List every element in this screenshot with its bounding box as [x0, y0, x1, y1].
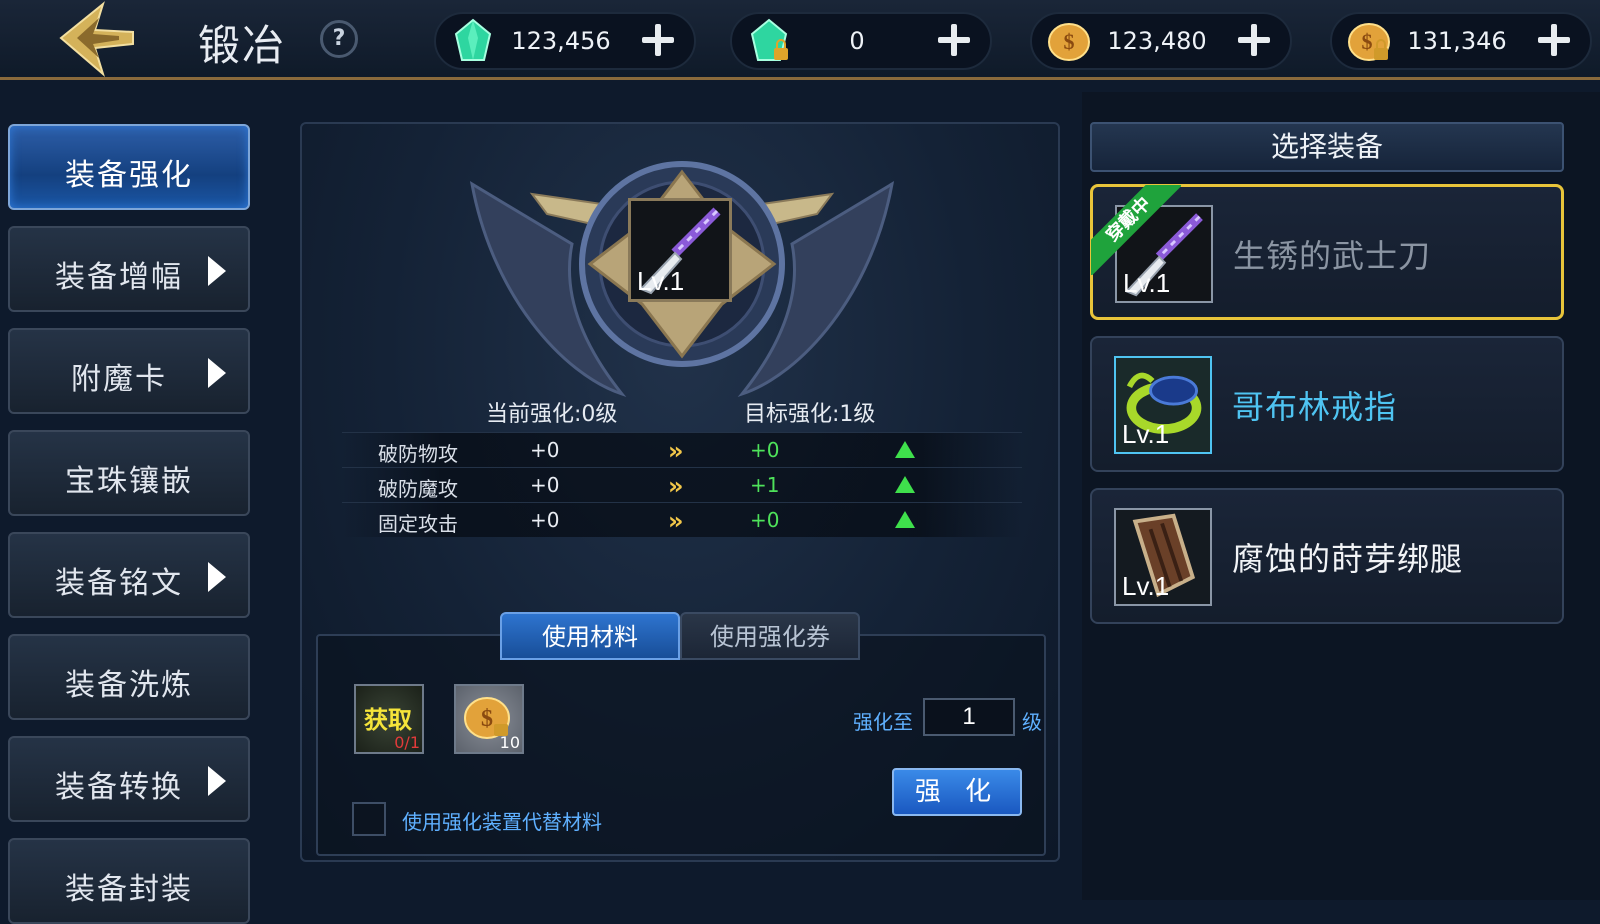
sidebar-item-enhance[interactable]: 装备强化 [8, 124, 250, 210]
currency-value: 131,346 [1407, 27, 1507, 55]
locked-gold-material-slot[interactable]: $ 10 [454, 684, 524, 754]
up-triangle-icon [895, 511, 915, 528]
sidebar-item-seal[interactable]: 装备封装 [8, 838, 250, 924]
select-equipment-header: 选择装备 [1090, 122, 1564, 172]
sidebar-item-refine[interactable]: 装备洗炼 [8, 634, 250, 720]
stat-next: +0 [750, 438, 780, 462]
enhance-unit-label: 级 [1022, 710, 1042, 734]
double-arrow-icon: » [668, 472, 683, 500]
currency-value: 123,456 [511, 27, 611, 55]
enhance-to-label: 强化至 [853, 710, 913, 734]
stat-name: 固定攻击 [378, 512, 458, 536]
materials-box: 获取 0/1 $ 10 强化至 级 强 化 使用强化装置代替材料 [316, 634, 1046, 856]
sidebar-item-label: 宝珠镶嵌 [65, 464, 193, 499]
currency-gold: $ 123,480 [1030, 12, 1292, 70]
add-locked-crystal-button[interactable] [932, 18, 976, 62]
equipment-name: 腐蚀的莳芽绑腿 [1232, 540, 1464, 578]
use-device-label: 使用强化装置代替材料 [402, 810, 602, 834]
expand-arrow-icon [208, 358, 226, 388]
green-crystal-icon [454, 18, 492, 61]
sidebar-item-label: 装备封装 [65, 872, 193, 907]
locked-gold-coin-icon: $ [1348, 23, 1390, 61]
item-level-label: Lv.1 [1122, 571, 1170, 601]
back-arrow-icon [59, 1, 134, 78]
stat-current: +0 [530, 438, 560, 462]
double-arrow-icon: » [668, 437, 683, 465]
sidebar-item-label: 装备增幅 [55, 260, 183, 295]
stat-current: +0 [530, 508, 560, 532]
sidebar-item-label: 装备强化 [65, 158, 193, 193]
svg-text:$: $ [1064, 29, 1075, 54]
sidebar-item-enchant-card[interactable]: 附魔卡 [8, 328, 250, 414]
enhance-level-input[interactable] [923, 698, 1015, 736]
equipped-badge-label: 穿戴中 [1091, 185, 1181, 275]
add-crystal-button[interactable] [636, 18, 680, 62]
sidebar-item-label: 装备转换 [55, 770, 183, 805]
tab-use-materials[interactable]: 使用材料 [500, 612, 680, 660]
material-count: 0/1 [394, 733, 420, 752]
sidebar-item-inscription[interactable]: 装备铭文 [8, 532, 250, 618]
equipped-badge: 穿戴中 [1091, 185, 1181, 275]
material-count: 10 [499, 733, 520, 752]
item-level-label: Lv.1 [1122, 419, 1170, 449]
gold-coin-icon: $ [1048, 23, 1090, 61]
equipment-list-panel: 选择装备 Lv.1 穿戴中 生锈的武士刀 Lv.1 哥布林戒指 Lv.1 腐蚀的… [1082, 92, 1600, 900]
sidebar-item-gem-inlay[interactable]: 宝珠镶嵌 [8, 430, 250, 516]
equipment-name: 生锈的武士刀 [1233, 237, 1432, 275]
sidebar-item-label: 装备洗炼 [65, 668, 193, 703]
sidebar-item-amplify[interactable]: 装备增幅 [8, 226, 250, 312]
stat-row: 破防魔攻 +0 » +1 [342, 467, 1022, 502]
sidebar-item-label: 装备铭文 [55, 566, 183, 601]
sidebar-item-label: 附魔卡 [71, 362, 167, 397]
locked-green-crystal-icon [750, 18, 788, 61]
expand-arrow-icon [208, 256, 226, 286]
currency-locked-crystal: 0 [730, 12, 992, 70]
up-triangle-icon [895, 476, 915, 493]
sidebar-item-convert[interactable]: 装备转换 [8, 736, 250, 822]
svg-text:$: $ [481, 706, 493, 732]
stat-name: 破防物攻 [378, 442, 458, 466]
stat-next: +0 [750, 508, 780, 532]
stat-name: 破防魔攻 [378, 477, 458, 501]
equipment-card[interactable]: Lv.1 哥布林戒指 [1090, 336, 1564, 472]
enhance-panel: Lv.1 当前强化:0级 目标强化:1级 破防物攻 +0 » +0 破防魔攻 +… [300, 122, 1060, 862]
enhance-button[interactable]: 强 化 [892, 768, 1022, 816]
use-device-checkbox[interactable] [352, 802, 386, 836]
currency-value: 123,480 [1107, 27, 1207, 55]
equipment-name: 哥布林戒指 [1232, 388, 1398, 426]
stat-next: +1 [750, 473, 780, 497]
add-locked-gold-button[interactable] [1532, 18, 1576, 62]
tab-use-ticket[interactable]: 使用强化券 [680, 612, 860, 660]
up-triangle-icon [895, 441, 915, 458]
expand-arrow-icon [208, 766, 226, 796]
svg-text:$: $ [1362, 29, 1373, 54]
item-level-label: Lv.1 [637, 266, 685, 296]
add-gold-button[interactable] [1232, 18, 1276, 62]
stat-row: 破防物攻 +0 » +0 [342, 432, 1022, 467]
stat-current: +0 [530, 473, 560, 497]
equipment-card[interactable]: Lv.1 腐蚀的莳芽绑腿 [1090, 488, 1564, 624]
currency-locked-gold: $ 131,346 [1330, 12, 1592, 70]
stat-row: 固定攻击 +0 » +0 [342, 502, 1022, 537]
get-material-label: 获取 [364, 706, 412, 734]
leggings-icon: Lv.1 [1114, 508, 1212, 606]
currency-crystal: 123,456 [434, 12, 696, 70]
current-level-label: 当前强化:0级 [486, 402, 618, 427]
get-material-slot[interactable]: 获取 0/1 [354, 684, 424, 754]
goblin-ring-icon: Lv.1 [1114, 356, 1212, 454]
double-arrow-icon: » [668, 507, 683, 535]
page-title: 锻冶 [198, 21, 287, 70]
enhance-item-slot[interactable]: Lv.1 [628, 198, 732, 302]
target-level-label: 目标强化:1级 [744, 402, 876, 427]
back-button[interactable] [55, 0, 140, 80]
top-bar: 锻冶 ? 123,456 0 $ 123,480 $ 131,346 [0, 0, 1600, 80]
currency-value: 0 [849, 27, 865, 55]
help-button[interactable]: ? [320, 20, 358, 58]
expand-arrow-icon [208, 562, 226, 592]
equipment-card[interactable]: Lv.1 穿戴中 生锈的武士刀 [1090, 184, 1564, 320]
